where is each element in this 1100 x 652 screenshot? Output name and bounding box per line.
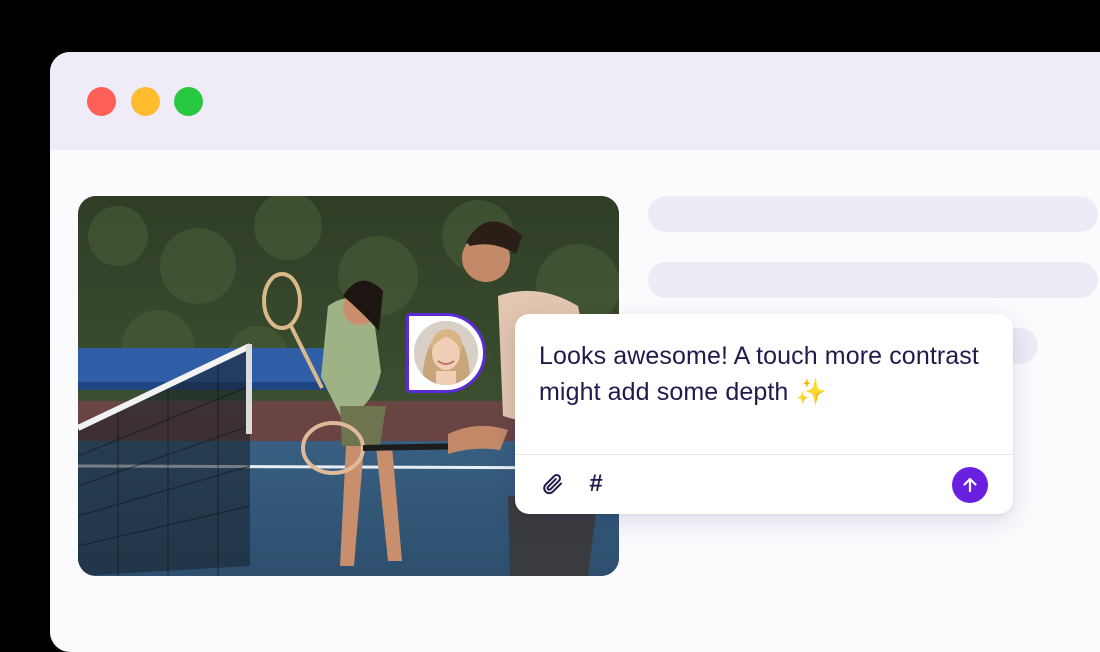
- hashtag-icon: #: [589, 470, 603, 497]
- sparkles-emoji: ✨: [795, 378, 827, 406]
- comment-divider: [515, 454, 1013, 455]
- window-titlebar: [50, 52, 1100, 150]
- comment-text[interactable]: Looks awesome! A touch more contrast mig…: [539, 338, 989, 410]
- browser-window: Looks awesome! A touch more contrast mig…: [50, 52, 1100, 652]
- skeleton-line-1: [648, 196, 1098, 232]
- commenter-avatar[interactable]: [406, 313, 486, 393]
- send-button[interactable]: [952, 467, 988, 503]
- maximize-window-button[interactable]: [174, 87, 203, 116]
- close-window-button[interactable]: [87, 87, 116, 116]
- minimize-window-button[interactable]: [131, 87, 160, 116]
- arrow-up-icon: [963, 477, 977, 493]
- comment-card: Looks awesome! A touch more contrast mig…: [515, 314, 1013, 514]
- paperclip-icon: [543, 474, 562, 495]
- attach-button[interactable]: [539, 470, 567, 498]
- avatar-photo: [414, 321, 478, 385]
- hashtag-button[interactable]: #: [582, 470, 610, 498]
- comment-message: Looks awesome! A touch more contrast mig…: [539, 342, 979, 406]
- skeleton-line-2: [648, 262, 1098, 298]
